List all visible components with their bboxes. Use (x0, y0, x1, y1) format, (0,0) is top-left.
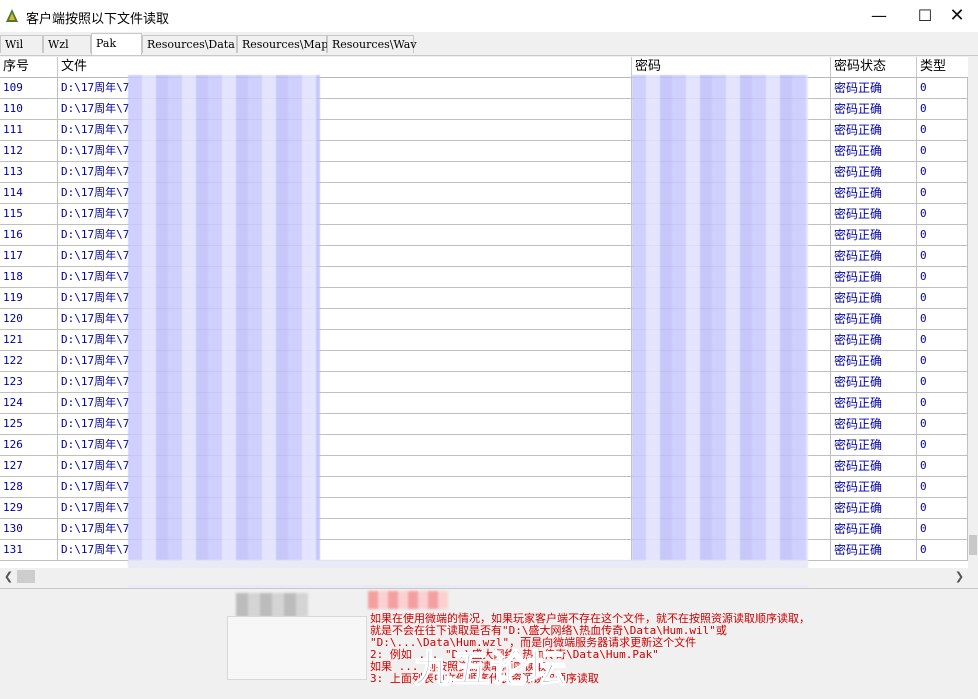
cell-password-status: 密码正确 (831, 141, 917, 162)
tab-resources-map[interactable]: Resources\Map (237, 35, 328, 53)
cell-seq: 109 (0, 78, 58, 99)
cell-type: 0 (917, 330, 968, 351)
cell-type: 0 (917, 120, 968, 141)
cell-seq: 114 (0, 183, 58, 204)
column-header-status[interactable]: 密码状态 (831, 57, 917, 77)
cell-password-status: 密码正确 (831, 162, 917, 183)
cell-type: 0 (917, 456, 968, 477)
cell-password-status: 密码正确 (831, 393, 917, 414)
cell-password-status: 密码正确 (831, 351, 917, 372)
cell-seq: 119 (0, 288, 58, 309)
column-header-type[interactable]: 类型 (917, 57, 968, 77)
cell-password-status: 密码正确 (831, 246, 917, 267)
scroll-right-arrow-icon[interactable]: ❯ (951, 568, 968, 585)
cell-type: 0 (917, 435, 968, 456)
cell-type: 0 (917, 225, 968, 246)
cell-password-status: 密码正确 (831, 435, 917, 456)
title-bar: 客户端按照以下文件读取 — ☐ ✕ (0, 0, 978, 32)
cell-password-status: 密码正确 (831, 456, 917, 477)
column-header-file[interactable]: 文件 (58, 57, 632, 77)
cell-type: 0 (917, 246, 968, 267)
cell-type: 0 (917, 267, 968, 288)
cell-type: 0 (917, 288, 968, 309)
cell-password-status: 密码正确 (831, 309, 917, 330)
cell-type: 0 (917, 309, 968, 330)
watermark-logo: 九五论坛 (408, 640, 598, 696)
close-button[interactable]: ✕ (934, 0, 978, 32)
cell-type: 0 (917, 414, 968, 435)
cell-seq: 110 (0, 99, 58, 120)
cell-password-status: 密码正确 (831, 99, 917, 120)
cell-password-status: 密码正确 (831, 330, 917, 351)
horizontal-scroll-thumb[interactable] (17, 570, 35, 583)
cell-seq: 130 (0, 519, 58, 540)
cell-seq: 115 (0, 204, 58, 225)
cell-seq: 128 (0, 477, 58, 498)
cell-password-status: 密码正确 (831, 477, 917, 498)
cell-type: 0 (917, 162, 968, 183)
cell-seq: 117 (0, 246, 58, 267)
cell-seq: 118 (0, 267, 58, 288)
cell-type: 0 (917, 351, 968, 372)
cell-password-status: 密码正确 (831, 414, 917, 435)
cell-password-status: 密码正确 (831, 288, 917, 309)
window-title: 客户端按照以下文件读取 (26, 12, 170, 27)
scroll-left-arrow-icon[interactable]: ❮ (0, 568, 17, 585)
cell-password-status: 密码正确 (831, 225, 917, 246)
minimize-button[interactable]: — (856, 0, 902, 32)
watermark-text: 九五论坛 (414, 647, 566, 691)
cell-type: 0 (917, 141, 968, 162)
cell-password-status: 密码正确 (831, 120, 917, 141)
cell-seq: 120 (0, 309, 58, 330)
cell-password-status: 密码正确 (831, 183, 917, 204)
vertical-scrollbar[interactable] (968, 57, 978, 568)
tab-pak[interactable]: Pak (91, 33, 142, 55)
cell-seq: 112 (0, 141, 58, 162)
cell-type: 0 (917, 204, 968, 225)
cell-password-status: 密码正确 (831, 498, 917, 519)
cell-password-status: 密码正确 (831, 78, 917, 99)
cell-seq: 124 (0, 393, 58, 414)
tab-resources-wav[interactable]: Resources\Wav (327, 35, 417, 53)
cell-type: 0 (917, 183, 968, 204)
tab-resources-data[interactable]: Resources\Data (142, 35, 237, 53)
cell-seq: 121 (0, 330, 58, 351)
cell-seq: 129 (0, 498, 58, 519)
redacted-red-region (368, 591, 448, 609)
cell-seq: 123 (0, 372, 58, 393)
cell-type: 0 (917, 99, 968, 120)
cell-type: 0 (917, 477, 968, 498)
cell-type: 0 (917, 540, 968, 561)
cell-seq: 122 (0, 351, 58, 372)
cell-seq: 127 (0, 456, 58, 477)
cell-password-status: 密码正确 (831, 204, 917, 225)
redacted-file-region (128, 75, 320, 565)
cell-seq: 131 (0, 540, 58, 561)
vertical-scroll-thumb[interactable] (969, 535, 977, 555)
tab-wil[interactable]: Wil (0, 35, 43, 53)
cell-seq: 125 (0, 414, 58, 435)
redacted-password-region (632, 75, 808, 565)
tab-wzl[interactable]: Wzl (43, 35, 91, 53)
horizontal-scrollbar[interactable]: ❮ ❯ (0, 568, 978, 585)
cell-seq: 113 (0, 162, 58, 183)
tab-bar: Wil Wzl Pak Resources\Data Resources\Map… (0, 33, 978, 56)
preview-box (227, 616, 367, 680)
column-header-seq[interactable]: 序号 (0, 57, 58, 77)
cell-seq: 126 (0, 435, 58, 456)
cell-password-status: 密码正确 (831, 372, 917, 393)
cell-password-status: 密码正确 (831, 267, 917, 288)
redacted-gray-region (236, 593, 308, 617)
cell-seq: 111 (0, 120, 58, 141)
cell-type: 0 (917, 498, 968, 519)
cell-type: 0 (917, 393, 968, 414)
cell-seq: 116 (0, 225, 58, 246)
cell-type: 0 (917, 519, 968, 540)
cell-password-status: 密码正确 (831, 519, 917, 540)
cell-type: 0 (917, 78, 968, 99)
cell-type: 0 (917, 372, 968, 393)
cell-password-status: 密码正确 (831, 540, 917, 561)
app-icon (4, 8, 20, 24)
column-header-password[interactable]: 密码 (632, 57, 831, 77)
